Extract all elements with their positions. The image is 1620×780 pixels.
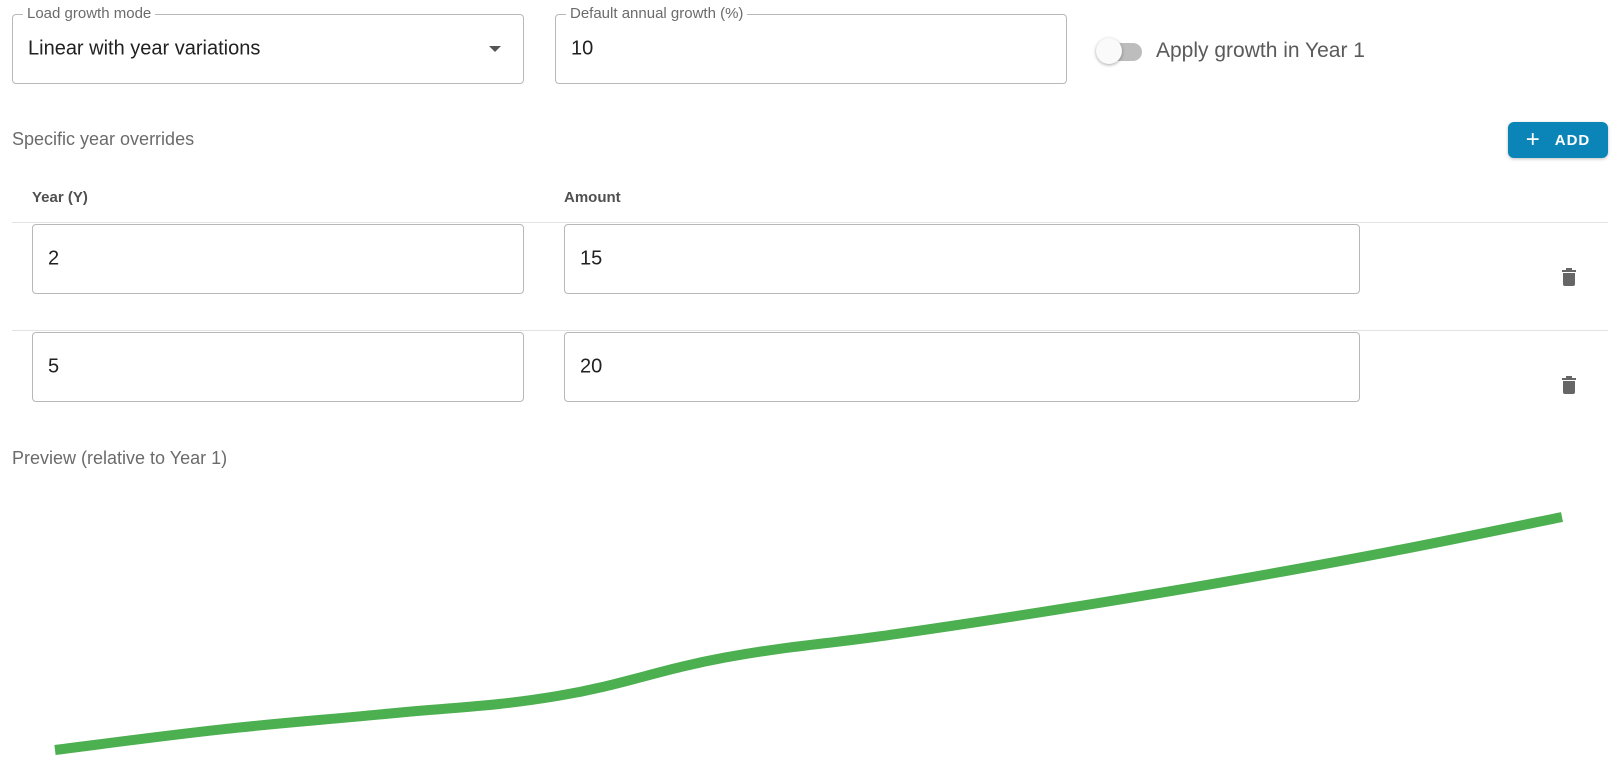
override-year-input[interactable]: 5 [32,332,524,402]
growth-point-year-6 [888,631,896,639]
trash-icon[interactable] [1562,268,1576,286]
load-growth-mode-label: Load growth mode [23,5,156,23]
override-amount-input[interactable]: 15 [564,224,1360,294]
column-header-amount: Amount [564,189,621,206]
load-growth-mode-value: Linear with year variations [28,37,261,60]
growth-point-year-7 [1056,605,1064,613]
growth-point-year-5 [721,654,729,662]
apply-growth-year1-toggle[interactable] [1096,36,1146,66]
growth-point-year-8 [1223,577,1231,585]
toggle-thumb [1096,38,1122,64]
default-annual-growth-value: 10 [571,37,594,60]
add-override-button[interactable]: + ADD [1508,122,1608,158]
apply-growth-year1-control: Apply growth in Year 1 [1096,36,1365,66]
override-amount-value: 20 [580,355,603,378]
load-growth-mode-select[interactable]: Load growth mode Linear with year variat… [12,5,524,84]
growth-point-year-3 [386,710,394,718]
override-year-value: 2 [48,247,60,270]
growth-point-year-2 [218,725,226,733]
default-annual-growth-label: Default annual growth (%) [566,5,748,23]
growth-point-year-9 [1391,547,1399,555]
caret-down-icon[interactable] [489,46,501,52]
override-year-value: 5 [48,355,60,378]
trash-icon[interactable] [1562,376,1576,394]
growth-point-year-10 [1558,513,1566,521]
apply-growth-year1-label: Apply growth in Year 1 [1156,39,1365,62]
default-annual-growth-field[interactable]: Default annual growth (%) 10 [555,5,1067,84]
override-amount-input[interactable]: 20 [564,332,1360,402]
growth-point-year-1 [51,746,59,754]
override-amount-value: 15 [580,247,603,270]
growth-series-line [54,512,1563,755]
plus-icon: + [1525,126,1541,153]
preview-label: Preview (relative to Year 1) [12,448,228,468]
specific-year-overrides-label: Specific year overrides [12,129,195,149]
add-button-label: ADD [1554,131,1591,149]
growth-point-year-4 [553,692,561,700]
override-year-input[interactable]: 2 [32,224,524,294]
preview-chart [51,512,1566,755]
row-divider [12,330,1608,331]
column-header-year: Year (Y) [32,189,88,206]
row-divider [12,222,1608,223]
